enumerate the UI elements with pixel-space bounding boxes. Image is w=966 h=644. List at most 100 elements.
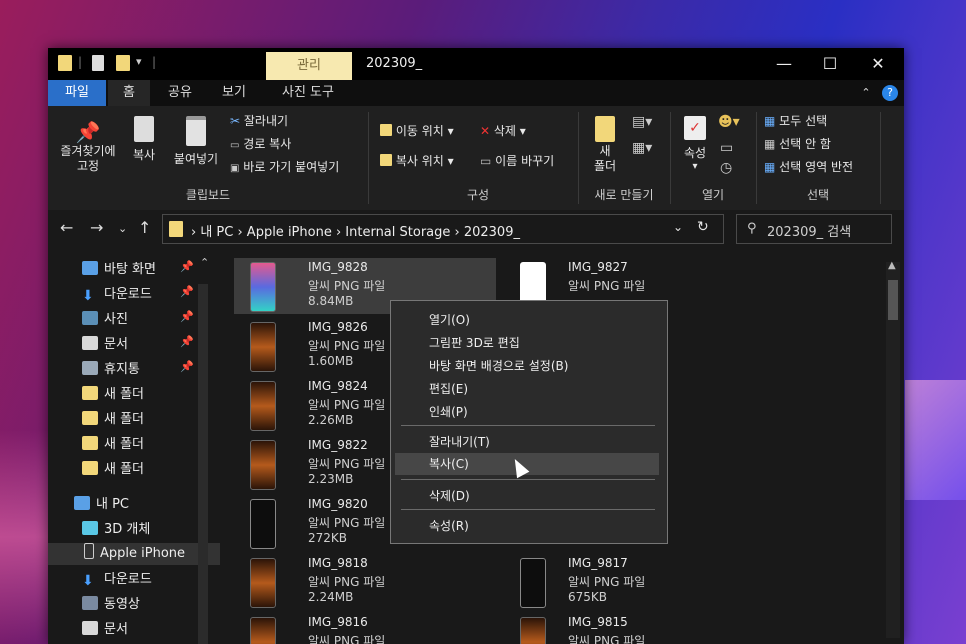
menu-item-edit-3d[interactable]: 그림판 3D로 편집	[429, 334, 520, 351]
document-icon	[82, 336, 98, 350]
file-type: 알씨 PNG 파일	[308, 634, 386, 644]
nav-item-downloads[interactable]: ⬇ 다운로드	[82, 283, 152, 305]
breadcrumb[interactable]: › 내 PC › Apple iPhone › Internal Storage…	[191, 221, 520, 240]
tab-view[interactable]: 보기	[214, 80, 254, 106]
file-name: IMG_9820	[308, 497, 368, 511]
pin-label: 즐겨찾기에 고정	[60, 144, 116, 173]
back-arrow-icon[interactable]: ←	[60, 218, 73, 237]
menu-item-cut[interactable]: 잘라내기(T)	[429, 433, 490, 450]
file-item[interactable]: IMG_9815 알씨 PNG 파일	[504, 613, 766, 644]
paste-label: 붙여넣기	[173, 152, 219, 166]
delete-button[interactable]: ✕ 삭제 ▾	[480, 122, 526, 139]
copy-to-button[interactable]: 복사 위치 ▾	[380, 152, 454, 169]
menu-item-edit[interactable]: 편집(E)	[429, 380, 468, 397]
move-to-label: 이동 위치	[395, 124, 444, 138]
context-menu: 열기(O) 그림판 3D로 편집 바탕 화면 배경으로 설정(B) 편집(E) …	[390, 300, 668, 544]
scrollbar-thumb[interactable]	[888, 280, 898, 320]
nav-item-downloads-2[interactable]: ⬇ 다운로드	[82, 568, 152, 590]
new-folder-quick-icon[interactable]	[116, 55, 130, 73]
nav-item-this-pc[interactable]: 내 PC	[74, 493, 129, 515]
file-name: IMG_9815	[568, 615, 628, 629]
rename-button[interactable]: ▭ 이름 바꾸기	[480, 152, 554, 169]
edit-icon[interactable]: ▭	[720, 140, 733, 156]
select-all-button[interactable]: ▦ 모두 선택	[764, 112, 827, 129]
address-bar[interactable]: › 내 PC › Apple iPhone › Internal Storage…	[162, 214, 724, 244]
menu-item-print[interactable]: 인쇄(P)	[429, 403, 468, 420]
nav-item-recycle-bin[interactable]: 휴지통	[82, 358, 140, 380]
search-box[interactable]: ⚲ 202309_ 검색	[736, 214, 892, 244]
folder-icon	[82, 386, 98, 400]
select-none-button[interactable]: ▦ 선택 안 함	[764, 135, 831, 152]
menu-item-set-background[interactable]: 바탕 화면 배경으로 설정(B)	[429, 357, 568, 374]
forward-arrow-icon[interactable]: →	[90, 218, 103, 237]
nav-item-new-folder-1[interactable]: 새 폴더	[82, 383, 144, 405]
copy-button[interactable]: 복사	[128, 116, 160, 163]
tab-home[interactable]: 홈	[108, 80, 150, 106]
file-size: 2.23MB	[308, 472, 354, 486]
file-list-scrollbar[interactable]: ▲	[886, 260, 900, 638]
nav-item-3d-objects[interactable]: 3D 개체	[82, 518, 150, 540]
nav-item-new-folder-4[interactable]: 새 폴더	[82, 458, 144, 480]
address-dropdown-icon[interactable]: ⌄	[673, 220, 683, 234]
nav-item-pictures[interactable]: 사진	[82, 308, 128, 330]
invert-selection-button[interactable]: ▦ 선택 영역 반전	[764, 158, 853, 175]
file-item[interactable]: IMG_9816 알씨 PNG 파일	[234, 613, 496, 644]
tab-manage[interactable]: 관리	[266, 52, 352, 80]
scroll-up-icon[interactable]: ⌃	[200, 256, 209, 269]
nav-item-videos[interactable]: 동영상	[82, 593, 140, 615]
maximize-button[interactable]: ☐	[810, 52, 850, 76]
nav-item-desktop[interactable]: 바탕 화면	[82, 258, 156, 280]
cut-button[interactable]: ✂ 잘라내기	[230, 112, 288, 129]
tab-picture-tools[interactable]: 사진 도구	[272, 80, 344, 106]
properties-quick-icon[interactable]	[92, 55, 104, 73]
image-thumbnail	[520, 558, 546, 608]
open-icon[interactable]: ☻▾	[718, 114, 740, 130]
scissors-icon: ✂	[230, 114, 241, 128]
file-name: IMG_9816	[308, 615, 368, 629]
recent-locations-icon[interactable]: ⌄	[118, 222, 127, 235]
menu-item-open[interactable]: 열기(O)	[429, 311, 470, 328]
tab-share[interactable]: 공유	[160, 80, 200, 106]
select-group-label: 선택	[806, 188, 830, 202]
pin-to-quick-access-button[interactable]: 📌 즐겨찾기에 고정	[56, 120, 120, 174]
file-name: IMG_9828	[308, 260, 368, 274]
file-item[interactable]: IMG_9817 알씨 PNG 파일 675KB	[504, 554, 766, 610]
menu-item-properties[interactable]: 속성(R)	[429, 517, 469, 534]
easy-access-icon[interactable]: ▦▾	[632, 140, 652, 156]
minimize-button[interactable]: —	[764, 52, 804, 76]
copy-path-button[interactable]: ▭ 경로 복사	[230, 135, 291, 152]
nav-scrollbar[interactable]	[198, 284, 208, 644]
rename-icon: ▭	[480, 154, 492, 168]
tab-file[interactable]: 파일	[48, 80, 106, 106]
close-button[interactable]: ✕	[858, 52, 898, 76]
quick-access-dropdown-icon[interactable]: ▾	[136, 55, 142, 73]
properties-button[interactable]: ✓ 속성 ▾	[678, 116, 712, 172]
up-arrow-icon[interactable]: ↑	[138, 218, 151, 237]
nav-item-documents-2[interactable]: 문서	[82, 618, 128, 640]
menu-item-delete[interactable]: 삭제(D)	[429, 487, 470, 504]
select-all-label: 모두 선택	[779, 114, 828, 128]
cube-icon	[82, 521, 98, 535]
file-item[interactable]: IMG_9818 알씨 PNG 파일 2.24MB	[234, 554, 496, 610]
menu-divider	[401, 479, 655, 480]
nav-item-new-folder-3[interactable]: 새 폴더	[82, 433, 144, 455]
paste-button[interactable]: 붙여넣기	[168, 116, 224, 167]
select-none-icon: ▦	[764, 137, 776, 151]
folder-icon	[58, 55, 72, 73]
collapse-ribbon-icon[interactable]: ⌃	[856, 80, 876, 106]
nav-item-new-folder-2[interactable]: 새 폴더	[82, 408, 144, 430]
new-folder-button[interactable]: 새 폴더	[590, 116, 620, 174]
file-type: 알씨 PNG 파일	[308, 339, 386, 353]
nav-item-documents[interactable]: 문서	[82, 333, 128, 355]
paste-shortcut-button[interactable]: ▣ 바로 가기 붙여넣기	[230, 158, 339, 175]
scroll-up-icon[interactable]: ▲	[888, 260, 896, 271]
history-icon[interactable]: ◷	[720, 160, 732, 176]
refresh-icon[interactable]: ↻	[697, 219, 709, 235]
phone-icon	[84, 543, 94, 559]
search-input[interactable]: 202309_ 검색	[767, 221, 851, 240]
new-item-icon[interactable]: ▤▾	[632, 114, 652, 130]
move-to-button[interactable]: 이동 위치 ▾	[380, 122, 454, 139]
file-size: 1.60MB	[308, 354, 354, 368]
help-icon[interactable]: ?	[880, 80, 900, 106]
pin-icon: 📌	[180, 360, 194, 373]
